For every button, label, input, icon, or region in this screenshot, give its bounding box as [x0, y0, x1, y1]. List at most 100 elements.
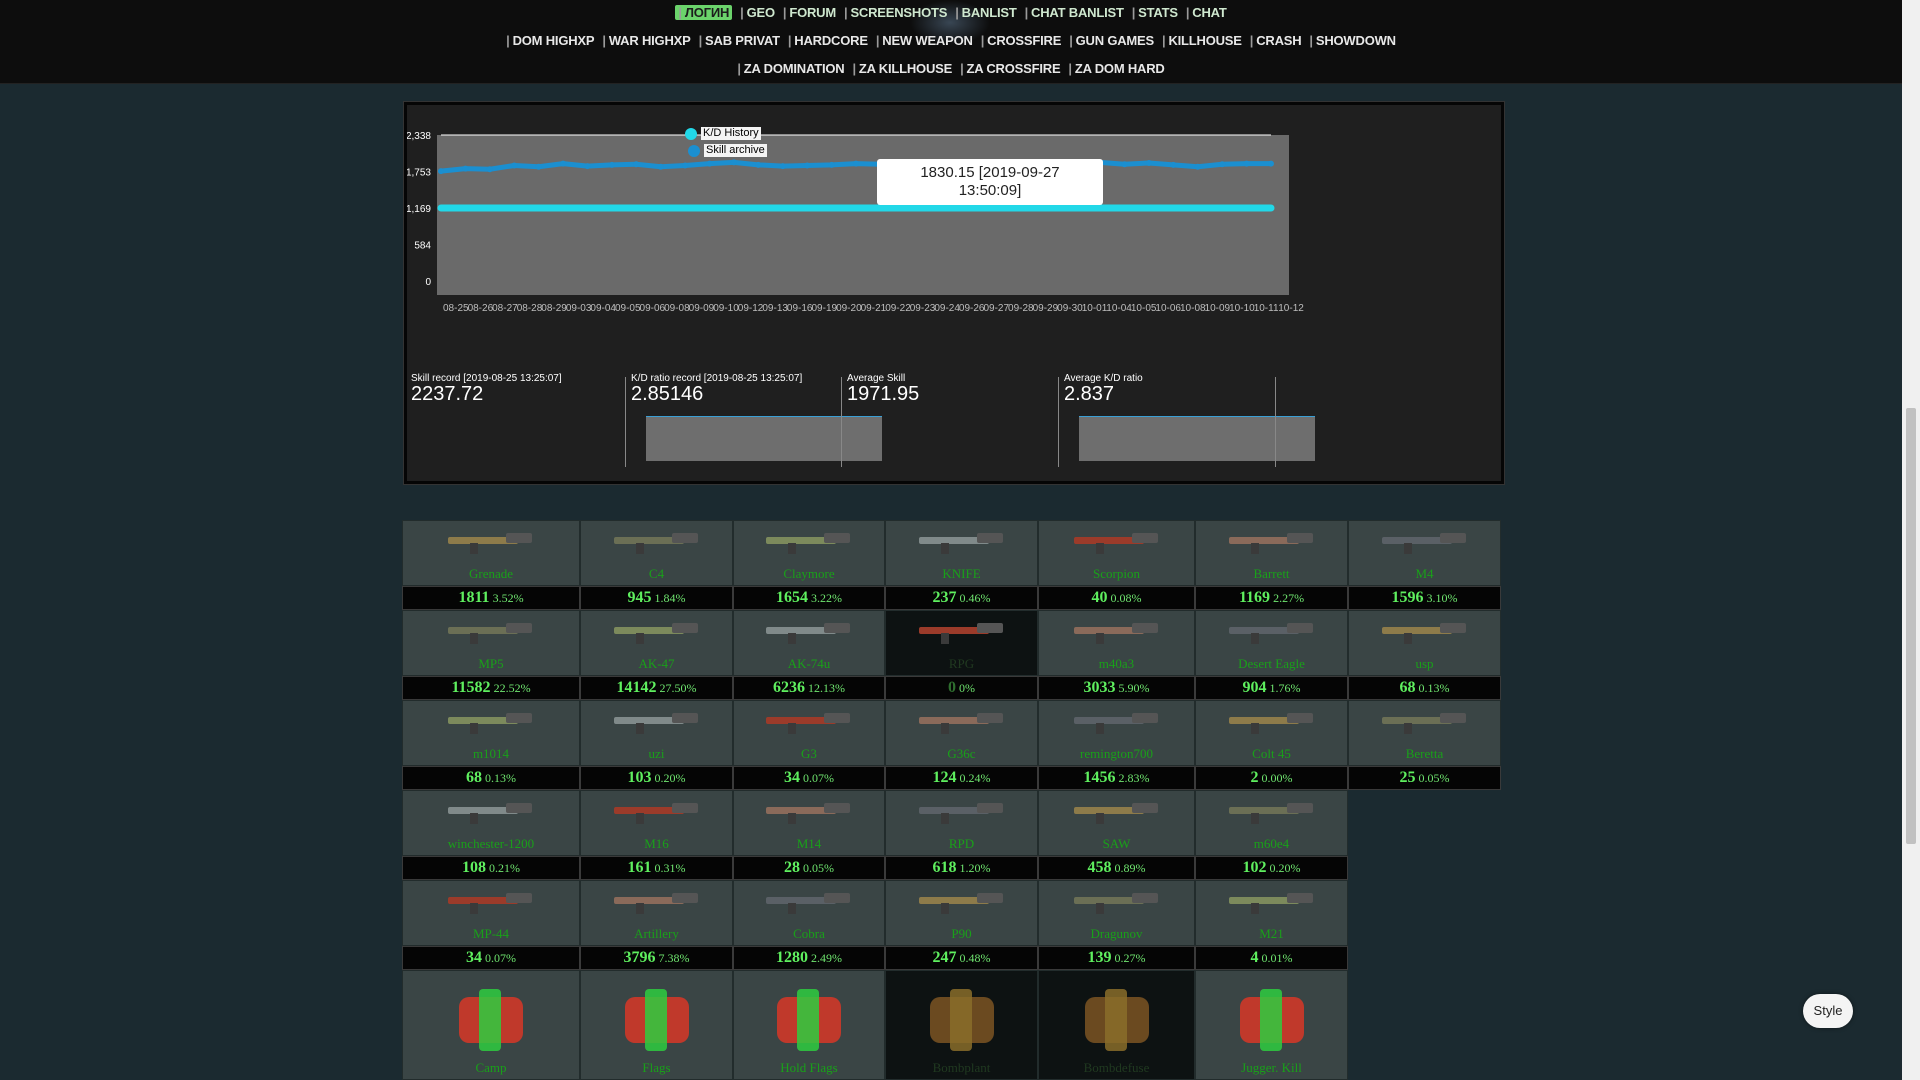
weapon-cell[interactable]: MP-44	[402, 880, 580, 946]
skill-archive-point[interactable]	[657, 163, 664, 170]
kd-history-point[interactable]	[754, 204, 762, 212]
skill-archive-point[interactable]	[511, 162, 518, 169]
nav-link-killhouse[interactable]: | KILLHOUSE	[1162, 33, 1242, 48]
kd-history-point[interactable]	[828, 204, 836, 212]
weapon-cell[interactable]: Barrett	[1195, 520, 1348, 586]
kd-history-point[interactable]	[950, 204, 958, 212]
nav-link-za-crossfire[interactable]: | ZA CROSSFIRE	[960, 61, 1061, 76]
weapon-cell[interactable]: Scorpion	[1038, 520, 1195, 586]
nav-link-chat[interactable]: | CHAT	[1186, 5, 1227, 20]
nav-link-war-highxp[interactable]: | WAR HIGHXP	[602, 33, 690, 48]
scrollbar-thumb[interactable]	[1906, 408, 1916, 844]
kd-history-point[interactable]	[1169, 204, 1177, 212]
skill-archive-point[interactable]	[608, 161, 615, 168]
weapon-cell[interactable]: AK-47	[580, 610, 733, 676]
weapon-cell[interactable]: RPG	[885, 610, 1038, 676]
skill-chart[interactable]: 2,3381,7531,169584008-2508-2608-2708-280…	[407, 105, 1501, 373]
skill-archive-point[interactable]	[1268, 160, 1274, 167]
nav-link-showdown[interactable]: | SHOWDOWN	[1309, 33, 1396, 48]
weapon-cell[interactable]: Bombplant	[885, 970, 1038, 1080]
nav-link-geo[interactable]: | GEO	[740, 5, 775, 20]
skill-archive-point[interactable]	[730, 159, 737, 166]
nav-link-sab-privat[interactable]: | SAB PRIVAT	[699, 33, 780, 48]
kd-history-point[interactable]	[1218, 204, 1226, 212]
weapon-cell[interactable]: KNIFE	[885, 520, 1038, 586]
weapon-cell[interactable]: uzi	[580, 700, 733, 766]
kd-history-point[interactable]	[974, 204, 982, 212]
nav-link-dom-highxp[interactable]: | DOM HIGHXP	[506, 33, 594, 48]
page-scrollbar[interactable]	[1902, 0, 1920, 1080]
kd-history-point[interactable]	[852, 204, 860, 212]
skill-archive-point[interactable]	[1219, 161, 1226, 168]
kd-history-point[interactable]	[706, 204, 714, 212]
kd-history-point[interactable]	[779, 204, 787, 212]
kd-history-point[interactable]	[657, 204, 665, 212]
kd-history-point[interactable]	[632, 204, 640, 212]
weapon-cell[interactable]: AK-74u	[733, 610, 885, 676]
weapon-cell[interactable]: Artillery	[580, 880, 733, 946]
weapon-cell[interactable]: Grenade	[402, 520, 580, 586]
weapon-cell[interactable]: SAW	[1038, 790, 1195, 856]
nav-link-za-dom-hard[interactable]: | ZA DOM HARD	[1068, 61, 1164, 76]
kd-history-point[interactable]	[1047, 204, 1055, 212]
kd-history-point[interactable]	[1121, 204, 1129, 212]
weapon-cell[interactable]: m40a3	[1038, 610, 1195, 676]
weapon-cell[interactable]: M21	[1195, 880, 1348, 946]
weapon-cell[interactable]: Claymore	[733, 520, 885, 586]
kd-history-point[interactable]	[1096, 204, 1104, 212]
weapon-cell[interactable]: M16	[580, 790, 733, 856]
kd-history-point[interactable]	[681, 204, 689, 212]
kd-history-point[interactable]	[486, 204, 494, 212]
skill-archive-point[interactable]	[584, 163, 591, 170]
skill-archive-point[interactable]	[1170, 161, 1177, 168]
skill-archive-point[interactable]	[706, 160, 713, 167]
weapon-cell[interactable]: Colt 45	[1195, 700, 1348, 766]
weapon-cell[interactable]: Beretta	[1348, 700, 1501, 766]
kd-history-point[interactable]	[901, 204, 909, 212]
nav-link-banlist[interactable]: | BANLIST	[955, 5, 1017, 20]
kd-history-point[interactable]	[437, 204, 445, 212]
weapon-cell[interactable]: G3	[733, 700, 885, 766]
nav-link-forum[interactable]: | FORUM	[783, 5, 836, 20]
legend-item-skill[interactable]: Skill archive	[685, 142, 767, 159]
weapon-cell[interactable]: Camp	[402, 970, 580, 1080]
skill-archive-point[interactable]	[682, 162, 689, 169]
skill-archive-point[interactable]	[1194, 163, 1201, 170]
kd-history-point[interactable]	[730, 204, 738, 212]
skill-archive-point[interactable]	[633, 161, 640, 168]
skill-archive-point[interactable]	[1145, 159, 1152, 166]
skill-archive-point[interactable]	[853, 160, 859, 167]
kd-history-point[interactable]	[535, 204, 543, 212]
weapon-cell[interactable]: usp	[1348, 610, 1501, 676]
kd-history-point[interactable]	[461, 204, 469, 212]
weapon-cell[interactable]: remington700	[1038, 700, 1195, 766]
nav-link-new-weapon[interactable]: | NEW WEAPON	[876, 33, 973, 48]
kd-history-point[interactable]	[583, 204, 591, 212]
nav-link-screenshots[interactable]: | SCREENSHOTS	[844, 5, 947, 20]
skill-archive-point[interactable]	[779, 163, 786, 170]
kd-history-point[interactable]	[1145, 204, 1153, 212]
kd-history-point[interactable]	[1243, 204, 1251, 212]
kd-history-point[interactable]	[1023, 204, 1031, 212]
weapon-cell[interactable]: Cobra	[733, 880, 885, 946]
weapon-cell[interactable]: winchester-1200	[402, 790, 580, 856]
weapon-cell[interactable]: P90	[885, 880, 1038, 946]
weapon-cell[interactable]: MP5	[402, 610, 580, 676]
kd-history-point[interactable]	[510, 204, 518, 212]
weapon-cell[interactable]: m60e4	[1195, 790, 1348, 856]
kd-history-point[interactable]	[1072, 204, 1080, 212]
weapon-cell[interactable]: M14	[733, 790, 885, 856]
skill-archive-point[interactable]	[804, 162, 811, 169]
nav-link-chat-banlist[interactable]: | CHAT BANLIST	[1025, 5, 1124, 20]
skill-archive-point[interactable]	[438, 168, 444, 175]
nav-link-za-domination[interactable]: | ZA DOMINATION	[737, 61, 844, 76]
nav-link-логин[interactable]: | ЛОГИН	[675, 5, 733, 20]
legend-item-kd[interactable]: K/D History	[685, 125, 767, 142]
kd-history-point[interactable]	[803, 204, 811, 212]
nav-link-hardcore[interactable]: | HARDCORE	[788, 33, 868, 48]
skill-archive-point[interactable]	[535, 163, 542, 170]
skill-archive-point[interactable]	[462, 165, 469, 172]
kd-history-point[interactable]	[876, 204, 884, 212]
skill-archive-point[interactable]	[755, 161, 762, 168]
nav-link-stats[interactable]: | STATS	[1132, 5, 1178, 20]
